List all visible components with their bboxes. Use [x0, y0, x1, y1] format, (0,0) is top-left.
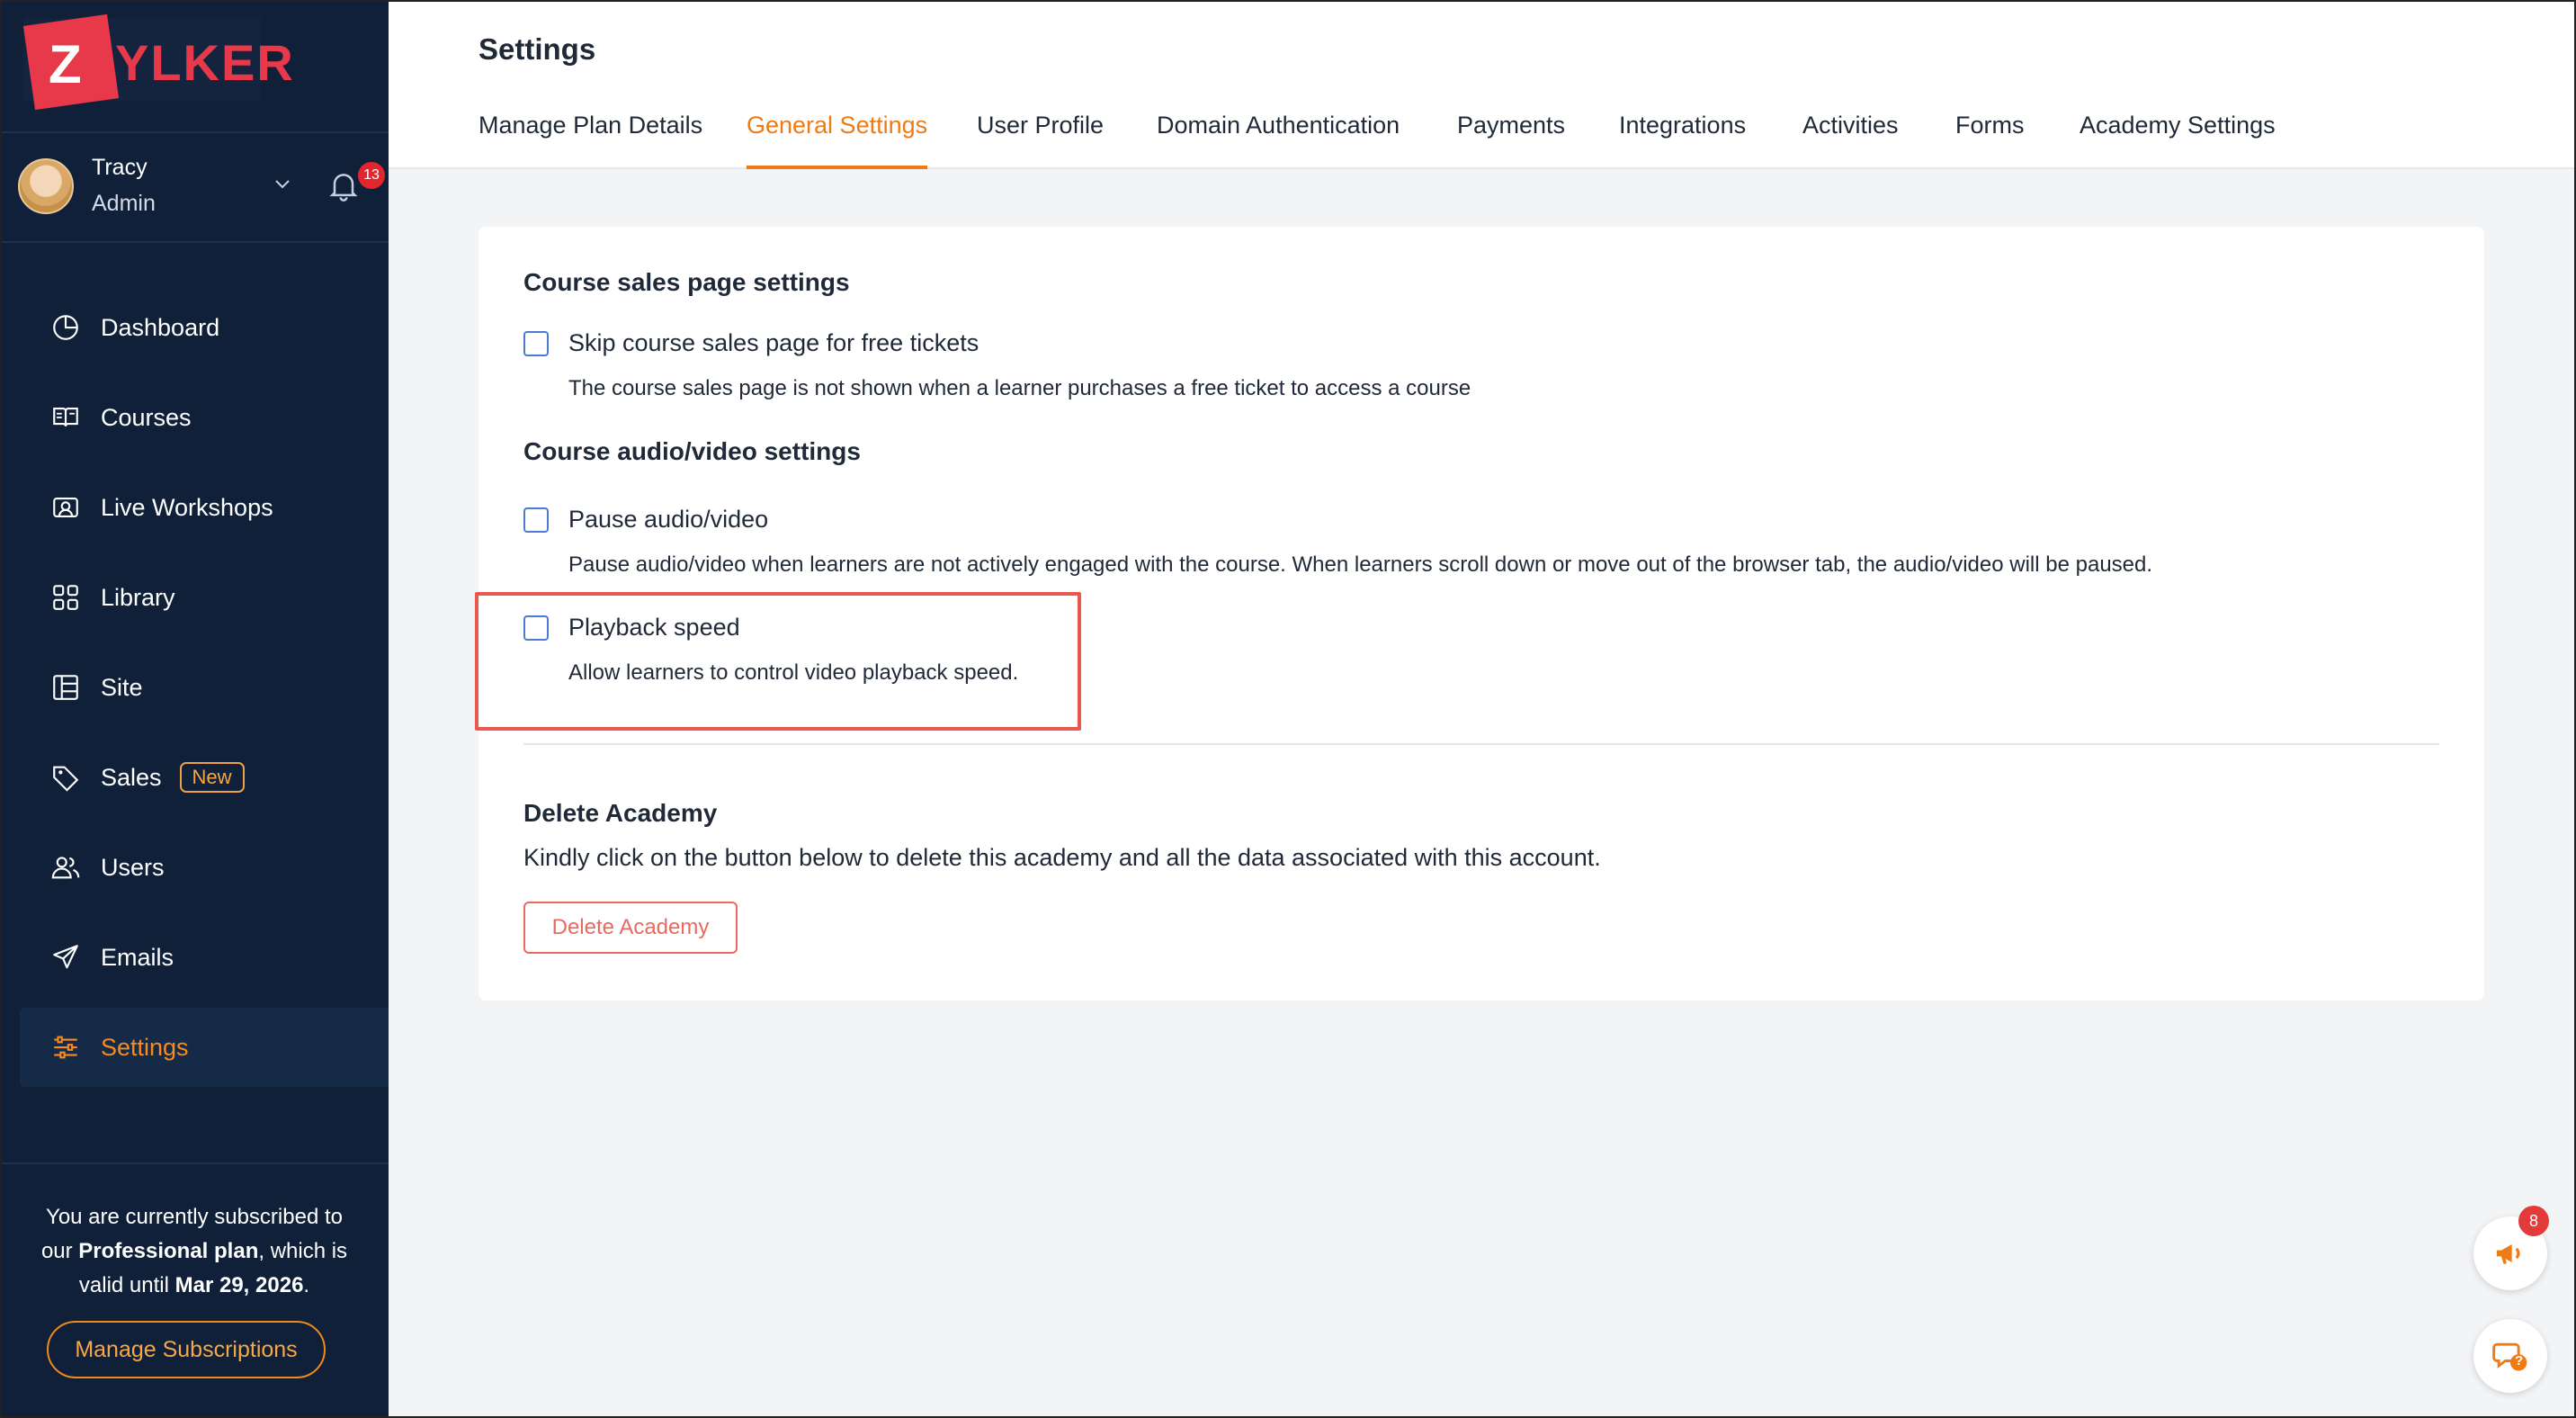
pause-audio-video-label: Pause audio/video	[568, 506, 769, 533]
sidebar-divider	[0, 241, 389, 243]
playback-speed-checkbox[interactable]	[523, 615, 549, 641]
playback-speed-label: Playback speed	[568, 614, 740, 641]
sidebar-item-label: Courses	[101, 403, 192, 431]
chat-help-icon	[2492, 1342, 2527, 1371]
skip-sales-page-checkbox[interactable]	[523, 331, 549, 356]
logo-text: YLKER	[115, 34, 295, 91]
sidebar-divider	[0, 1162, 389, 1164]
help-badge-mark: ?	[2515, 1353, 2524, 1369]
live-workshops-icon	[53, 498, 78, 517]
delete-academy-desc: Kindly click on the button below to dele…	[523, 844, 1601, 871]
subscription-panel: You are currently subscribed to our Prof…	[0, 1162, 389, 1418]
sidebar-divider	[0, 131, 389, 133]
tab-activities[interactable]: Activities	[1802, 112, 1899, 169]
plan-period: .	[303, 1273, 310, 1297]
user-role: Admin	[92, 191, 156, 216]
plan-line: You are currently subscribed to	[46, 1205, 343, 1229]
zylker-logo[interactable]: Z YLKER	[22, 13, 293, 111]
general-settings-card: Course sales page settings Skip course s…	[475, 227, 2484, 1001]
send-icon	[53, 945, 78, 969]
plan-our: our	[40, 1239, 79, 1263]
tab-forms[interactable]: Forms	[1955, 112, 2025, 169]
logo-letter: Z	[49, 34, 82, 94]
bell-icon[interactable]	[326, 167, 362, 203]
tab-domain-authentication[interactable]: Domain Authentication	[1157, 112, 1400, 169]
help-chat-button[interactable]: ?	[2473, 1319, 2547, 1393]
tab-user-profile[interactable]: User Profile	[977, 112, 1104, 169]
user-menu[interactable]: Tracy Admin 13	[18, 155, 385, 227]
avatar[interactable]	[18, 158, 74, 214]
announcements-badge: 8	[2518, 1206, 2549, 1236]
tab-payments[interactable]: Payments	[1457, 112, 1565, 169]
delete-academy-button[interactable]: Delete Academy	[523, 902, 738, 954]
sidebar-item-label: Users	[101, 853, 165, 881]
skip-sales-page-label: Skip course sales page for free tickets	[568, 329, 979, 356]
sidebar-item-settings[interactable]: Settings	[20, 1008, 389, 1087]
sidebar-item-sales[interactable]: Sales New	[20, 738, 389, 817]
manage-subscriptions-button[interactable]: Manage Subscriptions	[47, 1321, 326, 1378]
notification-badge: 13	[358, 162, 385, 189]
sidebar-item-label: Live Workshops	[101, 493, 273, 521]
subscription-text: You are currently subscribed to our Prof…	[27, 1200, 362, 1303]
sidebar-item-site[interactable]: Site	[20, 648, 389, 727]
sidebar: Z YLKER Tracy Admin 13 Dashboard Courses…	[0, 0, 389, 1418]
megaphone-icon	[2497, 1244, 2520, 1264]
sidebar-item-label: Sales	[101, 763, 162, 791]
sidebar-item-label: Library	[101, 583, 175, 611]
tag-icon	[53, 766, 79, 792]
tab-academy-settings[interactable]: Academy Settings	[2080, 112, 2276, 169]
courses-icon	[53, 408, 78, 427]
sidebar-item-courses[interactable]: Courses	[20, 378, 389, 457]
dashboard-icon	[53, 315, 78, 340]
new-badge: New	[179, 762, 245, 793]
plan-which: , which is	[258, 1239, 348, 1263]
section-divider	[523, 743, 2439, 745]
sidebar-item-label: Settings	[101, 1033, 189, 1061]
settings-header: Settings Manage Plan Details General Set…	[389, 0, 2576, 169]
pause-audio-video-desc: Pause audio/video when learners are not …	[568, 552, 2153, 577]
sidebar-item-label: Site	[101, 673, 143, 701]
sidebar-item-label: Emails	[101, 943, 174, 971]
sidebar-item-users[interactable]: Users	[20, 828, 389, 907]
playback-speed-desc: Allow learners to control video playback…	[568, 660, 1019, 685]
sidebar-item-label: Dashboard	[101, 313, 220, 341]
chevron-down-icon[interactable]	[272, 173, 293, 194]
sidebar-item-emails[interactable]: Emails	[20, 918, 389, 997]
sidebar-item-dashboard[interactable]: Dashboard	[20, 288, 389, 367]
skip-sales-page-desc: The course sales page is not shown when …	[568, 376, 1471, 400]
site-icon	[53, 675, 78, 700]
sidebar-item-library[interactable]: Library	[20, 558, 389, 637]
tab-manage-plan-details[interactable]: Manage Plan Details	[479, 112, 702, 169]
tab-general-settings[interactable]: General Settings	[747, 112, 928, 169]
tab-integrations[interactable]: Integrations	[1619, 112, 1746, 169]
library-icon	[53, 585, 78, 610]
delete-academy-title: Delete Academy	[523, 799, 718, 827]
sales-section-title: Course sales page settings	[523, 268, 850, 296]
sliders-icon	[54, 1036, 77, 1059]
plan-name: Professional plan	[78, 1239, 259, 1263]
pause-audio-video-checkbox[interactable]	[523, 507, 549, 533]
sidebar-item-live-workshops[interactable]: Live Workshops	[20, 468, 389, 547]
plan-date: Mar 29, 2026	[174, 1273, 304, 1297]
av-section-title: Course audio/video settings	[523, 437, 861, 465]
user-name: Tracy	[92, 155, 148, 180]
plan-valid: valid until	[78, 1273, 175, 1297]
sidebar-nav: Dashboard Courses Live Workshops Library…	[20, 288, 389, 1098]
users-icon	[51, 857, 80, 879]
page-title: Settings	[479, 32, 596, 66]
